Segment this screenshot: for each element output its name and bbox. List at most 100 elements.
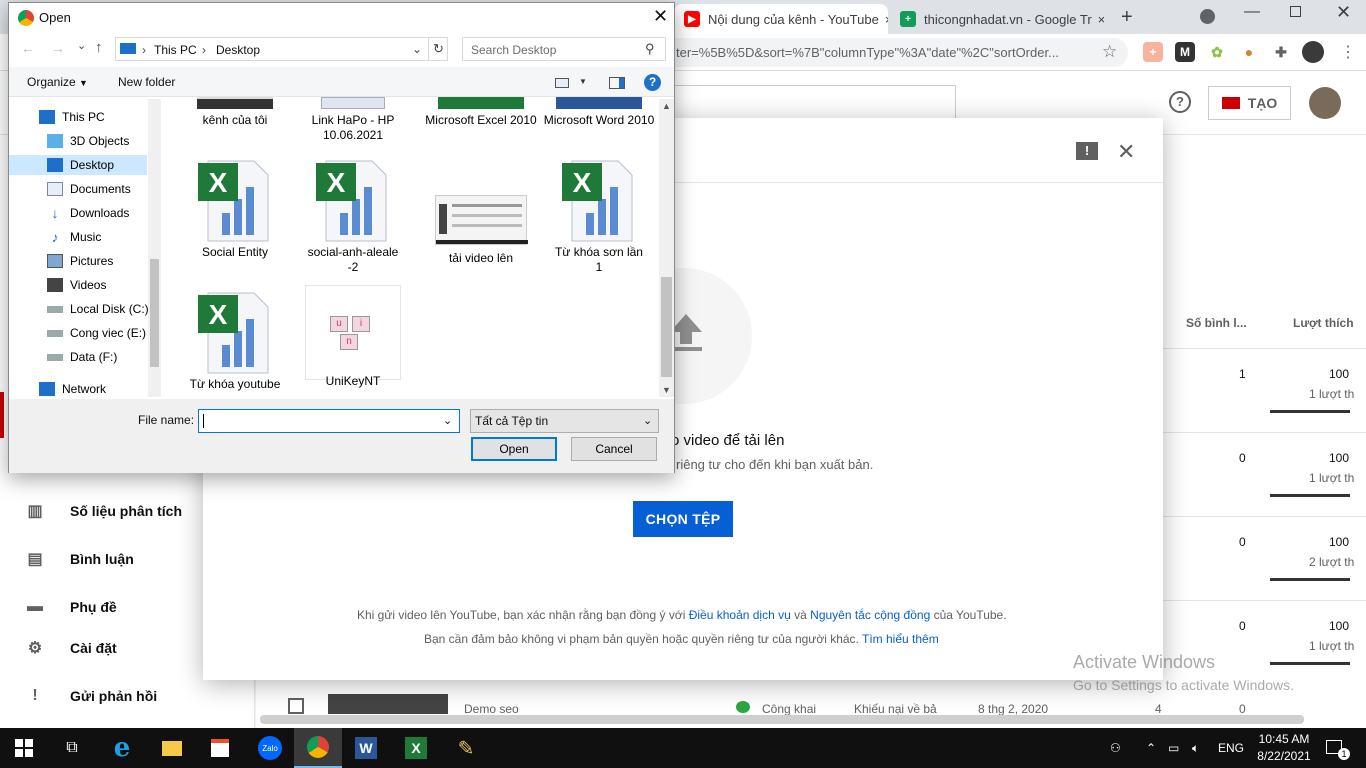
nav-3d-objects[interactable]: 3D Objects bbox=[47, 131, 129, 151]
file-item[interactable]: tải video lên bbox=[423, 159, 539, 266]
choose-file-button[interactable]: CHỌN TỆP bbox=[633, 501, 733, 537]
column-header-comments[interactable]: Số bình l... bbox=[1186, 316, 1247, 330]
taskbar-file-explorer[interactable] bbox=[148, 728, 196, 768]
search-desktop-input[interactable]: Search Desktop bbox=[462, 37, 666, 61]
file-item[interactable]: Microsoft Excel 2010 bbox=[423, 97, 539, 128]
language-indicator[interactable]: ENG bbox=[1218, 728, 1244, 768]
show-hidden-icons[interactable]: ⌃ bbox=[1146, 728, 1156, 768]
help-icon[interactable]: ? bbox=[644, 74, 661, 91]
file-item[interactable]: Microsoft Word 2010 bbox=[541, 97, 657, 128]
profile-menu-icon[interactable] bbox=[1200, 9, 1215, 24]
breadcrumb-this-pc[interactable]: This PC bbox=[154, 43, 197, 57]
file-item[interactable]: X Social Entity bbox=[177, 159, 293, 260]
video-title[interactable]: Demo seo bbox=[464, 702, 519, 716]
learn-more-link[interactable]: Tìm hiểu thêm bbox=[862, 632, 939, 646]
taskbar-word[interactable]: W bbox=[342, 728, 390, 768]
file-item[interactable]: X Từ khóa sơn lần 1 bbox=[541, 159, 657, 275]
network-icon[interactable]: ▭ bbox=[1168, 728, 1179, 768]
file-type-select[interactable]: Tất cả Tệp tin ⌄ bbox=[470, 409, 659, 433]
close-icon[interactable]: ✕ bbox=[1117, 139, 1135, 165]
cookie-icon[interactable]: ● bbox=[1239, 42, 1259, 62]
extension-plus-icon[interactable]: + bbox=[1143, 42, 1163, 62]
dialog-address-bar[interactable]: › This PC › Desktop ⌄ ↻ bbox=[115, 37, 448, 61]
nav-scrollbar[interactable] bbox=[148, 99, 161, 397]
organize-button[interactable]: Organize ▼ bbox=[27, 75, 88, 89]
close-tab-icon[interactable]: × bbox=[1092, 12, 1104, 27]
breadcrumb-desktop[interactable]: Desktop bbox=[216, 43, 260, 57]
extension-m-icon[interactable]: M bbox=[1175, 42, 1195, 62]
taskbar-chrome[interactable] bbox=[294, 728, 342, 768]
open-button[interactable]: Open bbox=[471, 437, 557, 461]
close-dialog-icon[interactable]: ✕ bbox=[653, 6, 668, 27]
task-view-button[interactable]: ⧉ bbox=[48, 728, 96, 768]
help-icon[interactable]: ? bbox=[1169, 91, 1191, 113]
chrome-menu-icon[interactable]: ⋮ bbox=[1340, 42, 1356, 62]
nav-pictures[interactable]: Pictures bbox=[47, 251, 113, 271]
nav-data-f[interactable]: Data (F:) bbox=[47, 347, 117, 367]
taskbar-excel[interactable]: X bbox=[392, 728, 440, 768]
chevron-down-icon[interactable]: ▼ bbox=[579, 77, 587, 86]
minimize-icon[interactable]: — bbox=[1244, 3, 1260, 21]
row-checkbox[interactable] bbox=[288, 698, 304, 714]
video-thumbnail[interactable] bbox=[328, 694, 448, 714]
taskbar-internet-explorer[interactable]: e bbox=[98, 728, 146, 768]
refresh-icon[interactable]: ↻ bbox=[433, 41, 444, 57]
chevron-down-icon[interactable]: ⌄ bbox=[412, 42, 422, 56]
new-folder-button[interactable]: New folder bbox=[118, 75, 175, 89]
nav-this-pc[interactable]: This PC bbox=[39, 107, 105, 127]
close-tab-icon[interactable]: × bbox=[879, 12, 888, 27]
sidebar-item-settings[interactable]: ⚙ Cài đặt bbox=[24, 636, 117, 660]
nav-cong-viec-e[interactable]: Cong viec (E:) bbox=[47, 323, 146, 343]
restore-icon[interactable] bbox=[1290, 6, 1301, 17]
file-item[interactable]: u i n UniKeyNT bbox=[305, 285, 401, 388]
tab-youtube[interactable]: ▶ Nội dung của kênh - YouTube × bbox=[674, 4, 888, 34]
chevron-down-icon[interactable]: ⌄ bbox=[443, 414, 452, 427]
avatar[interactable] bbox=[1302, 41, 1324, 63]
feedback-icon[interactable]: ! bbox=[1076, 142, 1098, 160]
sidebar-item-comments[interactable]: ▤ Bình luận bbox=[24, 547, 133, 571]
file-list-scrollbar[interactable]: ▲ ▼ bbox=[659, 99, 674, 397]
back-arrow-icon[interactable]: ← bbox=[21, 40, 35, 56]
channel-avatar[interactable] bbox=[1309, 87, 1341, 119]
address-bar[interactable]: ter=%5B%5D&sort=%7B"columnType"%3A"date"… bbox=[640, 38, 1128, 67]
extension-flower-icon[interactable]: ✿ bbox=[1207, 42, 1227, 62]
nav-downloads[interactable]: ↓ Downloads bbox=[47, 203, 130, 223]
nav-local-disk-c[interactable]: Local Disk (C:) bbox=[47, 299, 149, 319]
cancel-button[interactable]: Cancel bbox=[571, 437, 657, 461]
preview-pane-icon[interactable] bbox=[609, 77, 625, 89]
nav-network[interactable]: Network bbox=[39, 379, 106, 399]
create-button[interactable]: TẠO bbox=[1208, 86, 1291, 120]
file-item[interactable]: kênh của tôi bbox=[177, 97, 293, 128]
sidebar-item-analytics[interactable]: ▥ Số liệu phân tích bbox=[24, 499, 182, 523]
community-guidelines-link[interactable]: Nguyên tắc cộng đồng bbox=[810, 608, 930, 622]
taskbar-zalo[interactable]: Zalo bbox=[246, 728, 294, 768]
view-options-icon[interactable] bbox=[555, 78, 569, 88]
sidebar-item-subtitles[interactable]: ▬ Phụ đề bbox=[24, 595, 117, 619]
volume-icon[interactable]: 🔈︎ bbox=[1192, 728, 1199, 768]
file-item[interactable]: Link HaPo - HP 10.06.2021 bbox=[295, 97, 411, 143]
nav-desktop[interactable]: Desktop bbox=[9, 155, 147, 175]
terms-of-service-link[interactable]: Điều khoản dịch vụ bbox=[689, 608, 791, 622]
extensions-puzzle-icon[interactable]: ✚ bbox=[1271, 42, 1291, 62]
new-tab-button[interactable]: + bbox=[1121, 6, 1133, 29]
column-header-likes[interactable]: Lượt thích bbox=[1293, 316, 1354, 330]
start-button[interactable] bbox=[0, 728, 48, 768]
people-icon[interactable]: ⚇ bbox=[1110, 728, 1121, 768]
nav-documents[interactable]: Documents bbox=[47, 179, 131, 199]
horizontal-scrollbar[interactable] bbox=[260, 715, 1304, 724]
taskbar-paint[interactable]: ✎ bbox=[442, 728, 490, 768]
file-item[interactable]: X Từ khóa youtube bbox=[177, 291, 293, 392]
nav-videos[interactable]: Videos bbox=[47, 275, 106, 295]
taskbar-store[interactable] bbox=[196, 728, 244, 768]
close-window-icon[interactable]: ✕ bbox=[1336, 2, 1351, 23]
up-arrow-icon[interactable]: ↑ bbox=[95, 39, 103, 56]
file-item[interactable]: X social-anh-aleale-2 bbox=[295, 159, 411, 275]
filename-input[interactable]: ⌄ bbox=[198, 409, 460, 433]
forward-arrow-icon[interactable]: → bbox=[51, 40, 65, 56]
recent-dropdown-icon[interactable]: ⌄ bbox=[77, 39, 86, 52]
tab-sheets[interactable]: + thicongnhadat.vn - Google Tr × bbox=[890, 4, 1104, 34]
sidebar-item-feedback[interactable]: ! Gửi phản hồi bbox=[24, 684, 157, 708]
clock[interactable]: 10:45 AM 8/22/2021 bbox=[1252, 731, 1316, 765]
nav-music[interactable]: ♪ Music bbox=[47, 227, 102, 247]
bookmark-star-icon[interactable]: ☆ bbox=[1102, 42, 1117, 62]
